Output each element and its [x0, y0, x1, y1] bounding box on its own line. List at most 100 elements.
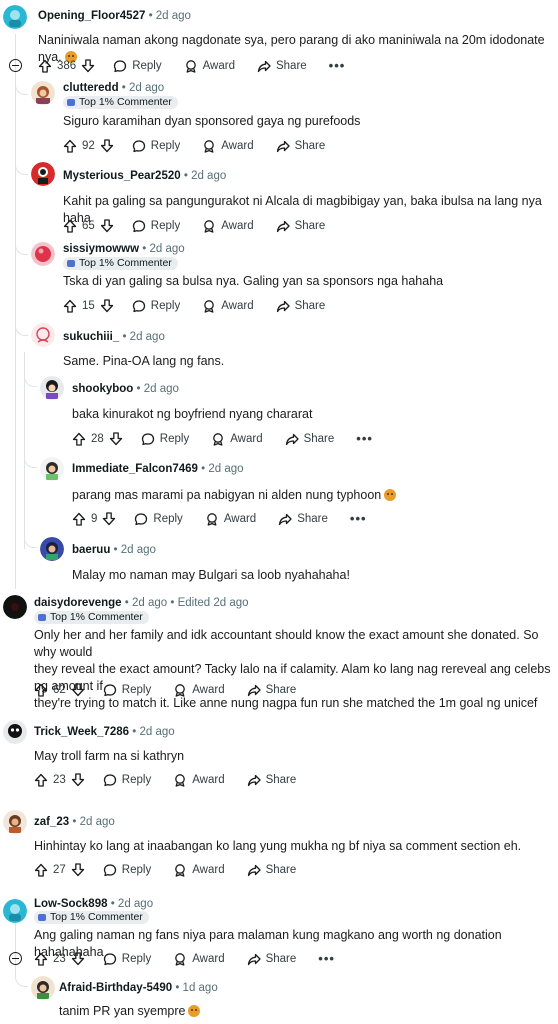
downvote-icon[interactable]: [102, 512, 116, 526]
avatar[interactable]: [31, 323, 55, 347]
reply-icon: [132, 300, 145, 313]
vote-count: 23: [53, 953, 66, 965]
username[interactable]: Mysterious_Pear2520: [63, 170, 181, 182]
upvote-icon[interactable]: [72, 432, 86, 446]
upvote-icon[interactable]: [34, 952, 48, 966]
upvote-icon[interactable]: [38, 59, 52, 73]
award-icon: [175, 774, 186, 787]
avatar[interactable]: [31, 242, 55, 266]
reply-button[interactable]: Reply: [134, 512, 183, 526]
avatar[interactable]: [31, 81, 55, 105]
username[interactable]: Afraid-Birthday-5490: [59, 982, 172, 994]
reply-button[interactable]: Reply: [103, 952, 151, 966]
share-button[interactable]: Share: [247, 952, 296, 966]
award-button[interactable]: Award: [211, 432, 263, 446]
downvote-icon[interactable]: [100, 139, 114, 153]
award-icon: [175, 684, 186, 697]
comment-actions: 9 Reply Award Share •••: [72, 510, 367, 528]
reply-button[interactable]: Reply: [132, 139, 180, 153]
reply-button[interactable]: Reply: [113, 59, 162, 73]
award-button[interactable]: Award: [173, 683, 225, 697]
downvote-icon[interactable]: [100, 219, 114, 233]
award-button[interactable]: Award: [173, 952, 225, 966]
username[interactable]: shookyboo: [72, 383, 133, 395]
award-button[interactable]: Award: [205, 512, 256, 526]
avatar[interactable]: [3, 5, 27, 29]
thread-line-root[interactable]: [15, 34, 16, 589]
username[interactable]: zaf_23: [34, 816, 69, 828]
username[interactable]: daisydorevenge: [34, 597, 122, 609]
upvote-icon[interactable]: [34, 683, 48, 697]
downvote-icon[interactable]: [71, 952, 85, 966]
username[interactable]: clutteredd: [63, 82, 119, 94]
username[interactable]: sissiymowww: [63, 243, 139, 255]
reply-label: Reply: [159, 433, 190, 445]
share-button[interactable]: Share: [278, 512, 328, 526]
share-button[interactable]: Share: [247, 773, 296, 787]
share-button[interactable]: Share: [247, 683, 296, 697]
share-icon: [247, 953, 261, 966]
avatar[interactable]: [3, 720, 27, 744]
upvote-icon[interactable]: [72, 512, 86, 526]
collapse-thread-icon[interactable]: [9, 952, 22, 965]
upvote-icon[interactable]: [63, 139, 77, 153]
username[interactable]: Low-Sock898: [34, 898, 108, 910]
timestamp: • 2d ago: [122, 331, 165, 343]
avatar[interactable]: [3, 899, 27, 923]
award-button[interactable]: Award: [173, 863, 225, 877]
downvote-icon[interactable]: [100, 299, 114, 313]
more-options-button[interactable]: •••: [356, 432, 373, 445]
reply-button[interactable]: Reply: [132, 299, 180, 313]
award-icon: [185, 60, 196, 73]
thread-branch: [15, 242, 28, 255]
share-button[interactable]: Share: [276, 219, 325, 233]
avatar[interactable]: [40, 537, 64, 561]
share-button[interactable]: Share: [276, 299, 325, 313]
reply-label: Reply: [150, 300, 181, 312]
username[interactable]: Opening_Floor4527: [38, 10, 145, 22]
downvote-icon[interactable]: [109, 432, 123, 446]
reply-button[interactable]: Reply: [132, 219, 180, 233]
thread-branch: [15, 323, 28, 336]
avatar[interactable]: [40, 376, 64, 400]
comment-meta: Trick_Week_7286 • 2d ago: [34, 725, 175, 739]
reply-button[interactable]: Reply: [103, 683, 151, 697]
username[interactable]: Trick_Week_7286: [34, 726, 129, 738]
award-button[interactable]: Award: [202, 299, 254, 313]
share-button[interactable]: Share: [285, 432, 334, 446]
collapse-thread-icon[interactable]: [9, 59, 22, 72]
upvote-icon[interactable]: [63, 219, 77, 233]
comment-actions: 92 Reply Award Share: [63, 137, 325, 155]
more-options-button[interactable]: •••: [350, 512, 367, 525]
more-options-button[interactable]: •••: [329, 59, 346, 72]
share-button[interactable]: Share: [247, 863, 296, 877]
award-button[interactable]: Award: [173, 773, 225, 787]
downvote-icon[interactable]: [71, 773, 85, 787]
award-button[interactable]: Award: [202, 139, 254, 153]
upvote-icon[interactable]: [34, 863, 48, 877]
avatar[interactable]: [3, 810, 27, 834]
award-button[interactable]: Award: [184, 59, 235, 73]
downvote-icon[interactable]: [71, 863, 85, 877]
username[interactable]: sukuchiii_: [63, 331, 119, 343]
reply-button[interactable]: Reply: [103, 773, 151, 787]
comment-meta: Low-Sock898 • 2d ago: [34, 897, 153, 911]
avatar[interactable]: [40, 457, 64, 481]
comment-meta: Mysterious_Pear2520 • 2d ago: [63, 169, 226, 183]
more-options-button[interactable]: •••: [318, 952, 335, 965]
thread-line-low-sock[interactable]: [15, 923, 16, 978]
award-button[interactable]: Award: [202, 219, 254, 233]
reply-button[interactable]: Reply: [103, 863, 151, 877]
reply-button[interactable]: Reply: [141, 432, 189, 446]
downvote-icon[interactable]: [81, 59, 95, 73]
downvote-icon[interactable]: [71, 683, 85, 697]
upvote-icon[interactable]: [63, 299, 77, 313]
avatar[interactable]: [31, 976, 55, 1000]
share-button[interactable]: Share: [276, 139, 325, 153]
upvote-icon[interactable]: [34, 773, 48, 787]
avatar[interactable]: [31, 162, 55, 186]
avatar[interactable]: [3, 595, 27, 619]
share-button[interactable]: Share: [257, 59, 307, 73]
username[interactable]: baeruu: [72, 544, 110, 556]
username[interactable]: Immediate_Falcon7469: [72, 463, 198, 475]
